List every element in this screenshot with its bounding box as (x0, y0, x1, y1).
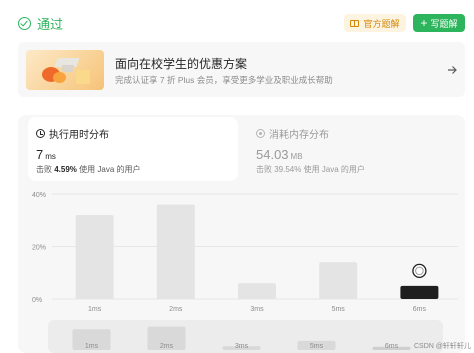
banner-subtitle: 完成认证享 7 折 Plus 会员，享受更多学业及职业成长帮助 (115, 75, 333, 85)
chart-bar[interactable] (238, 283, 276, 299)
overview-tick-label: 1ms (85, 343, 99, 350)
x-tick-label: 1ms (88, 306, 102, 313)
memory-value: 54.03 (256, 147, 289, 162)
overview-tick-label: 3ms (235, 343, 249, 350)
current-result-marker-inner (415, 266, 424, 276)
runtime-value: 7 (36, 147, 44, 162)
overview-tick-label: 5ms (310, 343, 324, 350)
overview-tick-label: 2ms (160, 343, 174, 350)
y-tick-label: 0% (32, 297, 42, 304)
x-tick-label: 2ms (169, 306, 183, 313)
memory-title: 消耗内存分布 (269, 130, 329, 141)
check-circle-icon (18, 17, 31, 30)
chart-bar[interactable] (75, 215, 114, 299)
clock-icon (36, 129, 45, 138)
x-tick-label: 6ms (413, 306, 427, 313)
plus-icon: + (420, 16, 428, 30)
chart-bar[interactable] (400, 285, 439, 299)
result-header: 通过 官方题解 + 写题解 (0, 0, 474, 44)
chart-bar[interactable] (319, 262, 358, 299)
chart-bar[interactable] (156, 204, 195, 300)
graduation-illustration (26, 50, 104, 90)
y-tick-label: 40% (32, 192, 46, 199)
accepted-status: 通过 (18, 14, 63, 33)
overview-tick-label: 6ms (385, 343, 399, 350)
runtime-card[interactable]: 执行用时分布 7 ms 击败 4.59% 使用 Java 的用户 (28, 117, 238, 181)
write-solution-label: 写题解 (430, 18, 458, 29)
official-solution-button[interactable]: 官方题解 (344, 14, 406, 32)
runtime-beats-value: 4.59% (54, 165, 77, 174)
y-tick-label: 20% (32, 245, 46, 252)
runtime-beats: 击败 4.59% 使用 Java 的用户 (36, 164, 141, 175)
banner-title: 面向在校学生的优惠方案 (115, 57, 248, 71)
memory-chip-icon (256, 129, 265, 138)
student-discount-banner[interactable]: 面向在校学生的优惠方案 完成认证享 7 折 Plus 会员，享受更多学业及职业成… (18, 42, 465, 97)
runtime-unit: ms (45, 152, 56, 161)
memory-beats: 击败 39.54% 使用 Java 的用户 (256, 165, 365, 174)
memory-unit: MB (290, 152, 303, 161)
official-solution-label: 官方题解 (363, 18, 400, 29)
arrow-right-icon[interactable] (446, 64, 458, 76)
runtime-beats-prefix: 击败 (36, 165, 52, 174)
book-icon (350, 19, 360, 27)
x-tick-label: 5ms (332, 306, 346, 313)
x-tick-label: 3ms (250, 306, 264, 313)
watermark-text: CSDN @轩轩轩儿 (414, 343, 471, 350)
runtime-distribution-chart: 40% 20% 0% 1ms 2ms 3ms 5ms 6ms (32, 192, 458, 313)
memory-card[interactable]: 消耗内存分布 54.03 MB 击败 39.54% 使用 Java 的用户 (248, 117, 448, 181)
write-solution-button[interactable]: + 写题解 (413, 14, 465, 32)
chart-overview-slider[interactable]: 1ms 2ms 3ms 5ms 6ms (48, 320, 443, 353)
status-label: 通过 (37, 17, 64, 32)
runtime-title: 执行用时分布 (49, 130, 109, 141)
runtime-beats-suffix: 使用 Java 的用户 (79, 165, 141, 174)
